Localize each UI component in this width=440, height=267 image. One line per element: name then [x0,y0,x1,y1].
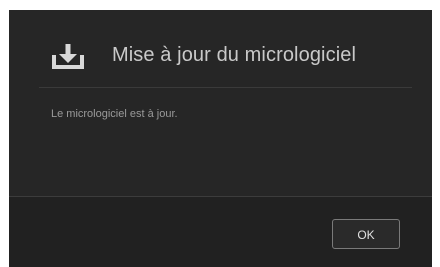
firmware-update-dialog: Mise à jour du micrologiciel Le microlog… [9,10,432,267]
ok-button[interactable]: OK [332,219,400,249]
header-divider [39,87,412,88]
download-icon [52,43,84,69]
dialog-header: Mise à jour du micrologiciel [9,10,432,88]
dialog-footer: OK [9,196,432,267]
status-message: Le micrologiciel est à jour. [51,108,178,120]
dialog-title: Mise à jour du micrologiciel [112,44,357,66]
